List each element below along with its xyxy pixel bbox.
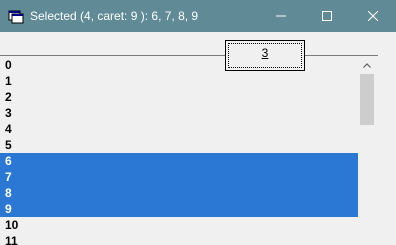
list-item[interactable]: 8	[0, 185, 359, 201]
close-icon	[368, 11, 378, 21]
list-item[interactable]: 2	[0, 89, 378, 105]
list-item[interactable]: 7	[0, 169, 359, 185]
list-item[interactable]: 9	[0, 201, 359, 217]
maximize-icon	[322, 11, 332, 21]
list-item[interactable]: 11	[0, 233, 378, 245]
scroll-thumb[interactable]	[360, 74, 374, 125]
list-item[interactable]: 3	[0, 105, 378, 121]
item-listbox[interactable]: 0 1 2 3 4 5 6 7 8 9 10 11	[0, 57, 378, 245]
client-area: 0 1 2 3 4 5 6 7 8 9 10 11 3	[0, 32, 396, 245]
list-item[interactable]: 1	[0, 73, 378, 89]
main-window: Selected (4, caret: 9 ): 6, 7, 8, 9 0123…	[0, 0, 396, 245]
push-button-label: 3	[261, 46, 269, 60]
minimize-button[interactable]	[258, 0, 304, 32]
chevron-up-icon	[363, 63, 371, 68]
title-bar[interactable]: Selected (4, caret: 9 ): 6, 7, 8, 9	[0, 0, 396, 32]
scroll-up-button[interactable]	[358, 57, 376, 74]
window-title: Selected (4, caret: 9 ): 6, 7, 8, 9	[30, 9, 199, 23]
push-button[interactable]: 3	[225, 40, 305, 71]
right-margin	[376, 56, 396, 245]
list-item[interactable]: 6	[0, 153, 359, 169]
maximize-button[interactable]	[304, 0, 350, 32]
list-item[interactable]: 5	[0, 137, 378, 153]
list-item[interactable]: 4	[0, 121, 378, 137]
list-item[interactable]: 0	[0, 57, 378, 73]
minimize-icon	[276, 15, 286, 17]
vertical-scrollbar[interactable]	[358, 57, 376, 245]
close-button[interactable]	[350, 0, 396, 32]
window-app-icon[interactable]	[8, 8, 24, 24]
list-item[interactable]: 10	[0, 217, 378, 233]
separator-line	[0, 55, 378, 56]
